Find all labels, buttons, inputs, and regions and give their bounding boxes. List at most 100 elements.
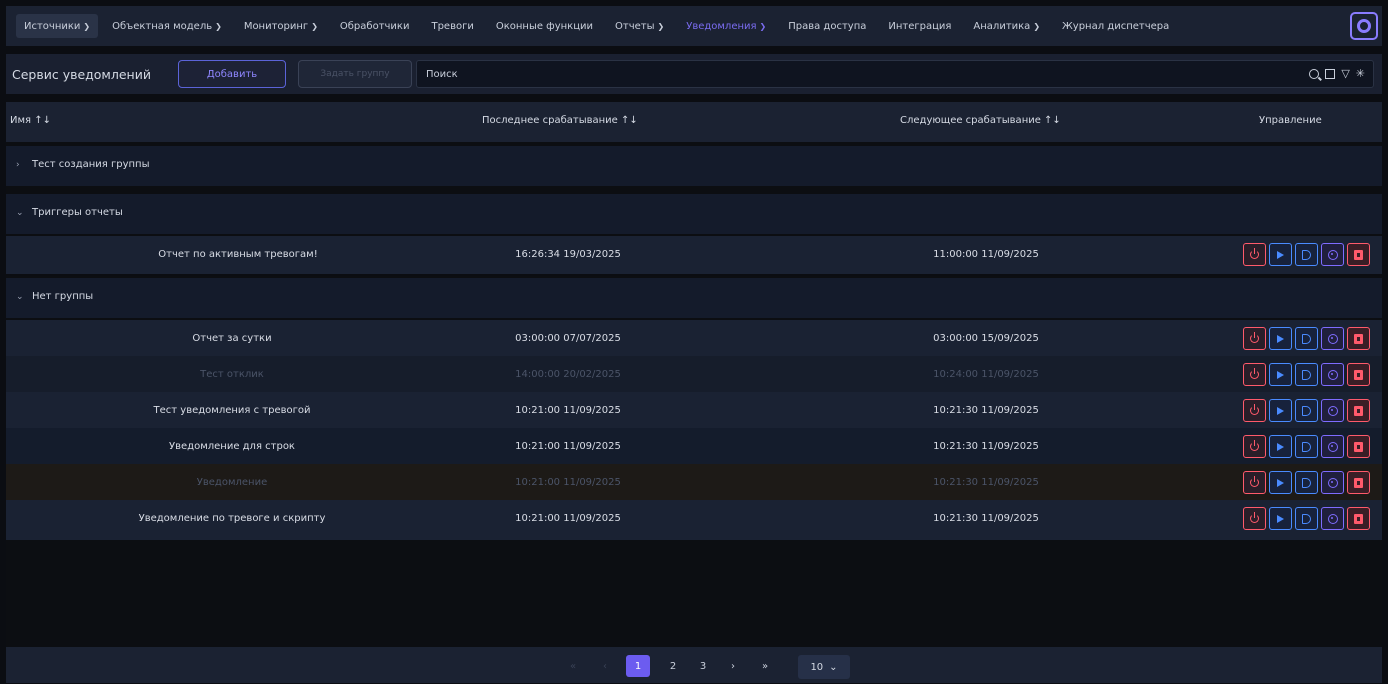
nav-item-dispatcher-log[interactable]: Журнал диспетчера <box>1054 14 1177 38</box>
settings-button[interactable] <box>1350 12 1378 40</box>
table-row[interactable]: Уведомление 10:21:00 11/09/2025 10:21:30… <box>6 464 1382 504</box>
group-row[interactable]: › Тест создания группы <box>6 146 1382 186</box>
pagination: « ‹ 1 2 3 › » 10 ⌄ <box>6 647 1382 683</box>
schedule-button[interactable] <box>1321 471 1344 494</box>
toggle-button[interactable] <box>1243 399 1266 422</box>
chevron-down-icon: ⌄ <box>16 291 24 302</box>
play-icon <box>1277 250 1284 259</box>
table-row[interactable]: Отчет за сутки 03:00:00 07/07/2025 03:00… <box>6 320 1382 360</box>
cell-name: Отчет за сутки <box>192 333 272 344</box>
clock-icon <box>1327 333 1338 344</box>
delete-button[interactable] <box>1347 399 1370 422</box>
run-button[interactable] <box>1269 435 1292 458</box>
search-input[interactable]: Поиск ▽ ✳ <box>416 60 1374 88</box>
column-header-next-trigger[interactable]: Следующее срабатывание ↑↓ <box>900 115 1061 126</box>
schedule-button[interactable] <box>1321 507 1344 530</box>
nav-item-reports[interactable]: Отчеты ❯ <box>607 14 672 38</box>
table-row[interactable]: Уведомление для строк 10:21:00 11/09/202… <box>6 428 1382 468</box>
run-test-button[interactable] <box>1295 471 1318 494</box>
nav-item-integration[interactable]: Интеграция <box>880 14 959 38</box>
clear-icon[interactable]: ✳ <box>1356 67 1365 80</box>
run-test-button[interactable] <box>1295 243 1318 266</box>
page-button-2[interactable]: 2 <box>666 655 680 677</box>
power-icon <box>1250 248 1259 259</box>
run-button[interactable] <box>1269 327 1292 350</box>
chevron-down-icon: ❯ <box>215 21 222 31</box>
chevron-down-icon: ❯ <box>657 21 665 31</box>
run-button[interactable] <box>1269 243 1292 266</box>
delete-button[interactable] <box>1347 327 1370 350</box>
columns-icon[interactable] <box>1325 68 1336 79</box>
schedule-button[interactable] <box>1321 399 1344 422</box>
schedule-button[interactable] <box>1321 435 1344 458</box>
power-icon <box>1250 404 1259 415</box>
page-button-1[interactable]: 1 <box>626 655 650 677</box>
clock-icon <box>1327 513 1338 524</box>
nav-item-label: Аналитика <box>973 20 1031 32</box>
nav-item-object-model[interactable]: Объектная модель ❯ <box>104 14 230 38</box>
table-row[interactable]: Отчет по активным тревогам! 16:26:34 19/… <box>6 236 1382 276</box>
run-test-button[interactable] <box>1295 363 1318 386</box>
nav-item-label: Уведомления <box>686 20 757 32</box>
clock-icon <box>1327 441 1338 452</box>
run-button[interactable] <box>1269 471 1292 494</box>
run-button[interactable] <box>1269 399 1292 422</box>
delete-button[interactable] <box>1347 507 1370 530</box>
toggle-button[interactable] <box>1243 363 1266 386</box>
group-row[interactable]: ⌄ Нет группы <box>6 278 1382 318</box>
chevron-down-icon: ❯ <box>1033 21 1041 31</box>
search-icon[interactable] <box>1309 68 1320 79</box>
toggle-button[interactable] <box>1243 507 1266 530</box>
delete-button[interactable] <box>1347 435 1370 458</box>
nav-item-sources[interactable]: Источники ❯ <box>16 14 99 38</box>
delete-button[interactable] <box>1347 243 1370 266</box>
nav-item-label: Отчеты <box>615 20 655 32</box>
nav-item-window-functions[interactable]: Оконные функции <box>488 14 601 38</box>
toggle-button[interactable] <box>1243 471 1266 494</box>
page-button-3[interactable]: 3 <box>696 655 710 677</box>
nav-item-analytics[interactable]: Аналитика ❯ <box>965 14 1048 38</box>
trash-icon <box>1354 249 1363 260</box>
play-outline-icon <box>1302 405 1311 416</box>
group-row[interactable]: ⌄ Триггеры отчеты <box>6 194 1382 234</box>
table-row[interactable]: Тест отклик 14:00:00 20/02/2025 10:24:00… <box>6 356 1382 396</box>
chevron-down-icon: ❯ <box>83 21 91 31</box>
toggle-button[interactable] <box>1243 327 1266 350</box>
last-page-button[interactable]: » <box>758 655 772 677</box>
run-test-button[interactable] <box>1295 507 1318 530</box>
schedule-button[interactable] <box>1321 243 1344 266</box>
play-outline-icon <box>1302 477 1311 488</box>
prev-page-button[interactable]: ‹ <box>598 655 612 677</box>
run-button[interactable] <box>1269 507 1292 530</box>
table-row[interactable]: Тест уведомления с тревогой 10:21:00 11/… <box>6 392 1382 432</box>
run-test-button[interactable] <box>1295 327 1318 350</box>
toggle-button[interactable] <box>1243 435 1266 458</box>
toggle-button[interactable] <box>1243 243 1266 266</box>
schedule-button[interactable] <box>1321 363 1344 386</box>
chevron-down-icon: ❯ <box>311 21 318 31</box>
run-test-button[interactable] <box>1295 435 1318 458</box>
filter-icon[interactable]: ▽ <box>1341 67 1349 80</box>
column-header-last-trigger[interactable]: Последнее срабатывание ↑↓ <box>482 115 638 126</box>
nav-item-handlers[interactable]: Обработчики <box>332 14 418 38</box>
add-button[interactable]: Добавить <box>178 60 286 88</box>
nav-item-monitoring[interactable]: Мониторинг ❯ <box>236 14 326 38</box>
delete-button[interactable] <box>1347 471 1370 494</box>
cell-last-trigger: 16:26:34 19/03/2025 <box>515 249 621 260</box>
table-row[interactable]: Уведомление по тревоге и скрипту 10:21:0… <box>6 500 1382 540</box>
cell-next-trigger: 10:21:30 11/09/2025 <box>933 441 1039 452</box>
column-header-name[interactable]: Имя ↑↓ <box>10 115 51 126</box>
next-page-button[interactable]: › <box>726 655 740 677</box>
nav-item-alarms[interactable]: Тревоги <box>423 14 481 38</box>
run-button[interactable] <box>1269 363 1292 386</box>
schedule-button[interactable] <box>1321 327 1344 350</box>
run-test-button[interactable] <box>1295 399 1318 422</box>
row-divider <box>6 274 1382 276</box>
nav-item-notifications[interactable]: Уведомления ❯ <box>678 14 774 38</box>
nav-item-label: Интеграция <box>888 20 952 32</box>
set-group-button[interactable]: Задать группу <box>298 60 412 88</box>
page-size-select[interactable]: 10 ⌄ <box>798 655 850 679</box>
nav-item-access-rights[interactable]: Права доступа <box>780 14 874 38</box>
delete-button[interactable] <box>1347 363 1370 386</box>
first-page-button[interactable]: « <box>566 655 580 677</box>
